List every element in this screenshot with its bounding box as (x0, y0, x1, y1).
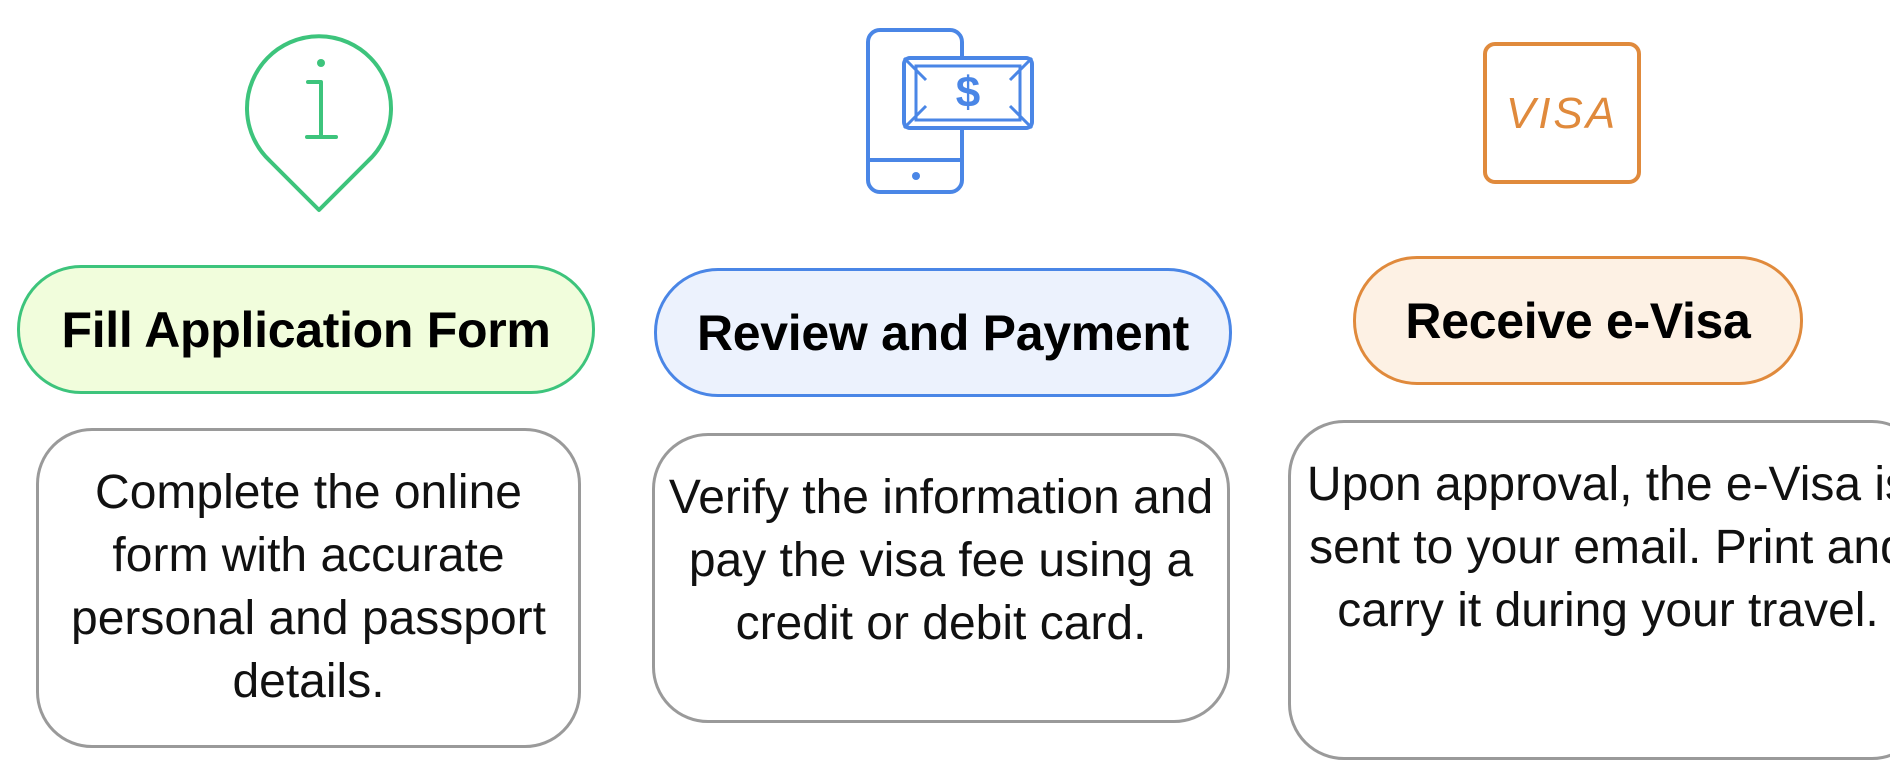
step-title-pill: Receive e-Visa (1353, 256, 1803, 385)
step-title: Fill Application Form (61, 301, 551, 358)
step-description: Verify the information and pay the visa … (668, 471, 1214, 650)
step-description: Complete the online form with accurate p… (71, 466, 546, 708)
step-title-pill: Fill Application Form (17, 265, 595, 394)
step-description-box: Upon approval, the e-Visa is sent to you… (1288, 420, 1890, 760)
step-title-pill: Review and Payment (654, 268, 1232, 397)
info-location-pin-icon (244, 20, 394, 212)
step-title: Receive e-Visa (1405, 292, 1751, 349)
step-description-box: Verify the information and pay the visa … (652, 433, 1230, 723)
step-description: Upon approval, the e-Visa is sent to you… (1306, 458, 1890, 637)
visa-badge-text: VISA (1506, 89, 1618, 138)
currency-symbol: $ (956, 68, 980, 117)
step-description-box: Complete the online form with accurate p… (36, 428, 581, 748)
mobile-payment-icon: $ (866, 28, 1036, 196)
step-title: Review and Payment (696, 304, 1189, 361)
visa-card-icon: VISA (1483, 42, 1643, 184)
